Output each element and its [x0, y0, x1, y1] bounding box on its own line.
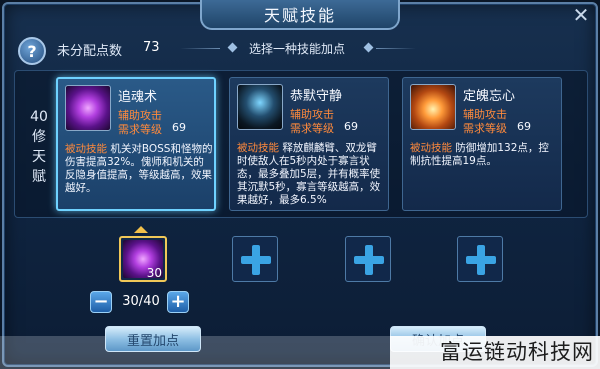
required-level-label: 需求等级: [118, 123, 162, 136]
talent-name: 恭默守静: [290, 89, 343, 104]
fire-hands-icon: [410, 84, 456, 130]
slot-points: 30: [146, 266, 162, 280]
tier-label: 40修天赋: [30, 109, 48, 185]
talent-description: 被动技能 释放麒麟臂、双龙臂时使敌人在5秒内处于寡言状态，最多叠加5层，并有概率…: [237, 142, 385, 207]
selected-slot-arrow-icon: [134, 226, 148, 233]
talent-name: 定魄忘心: [463, 89, 516, 104]
passive-keyword: 被动技能: [410, 142, 452, 154]
talent-card-gongmoshoujing[interactable]: 恭默守静 辅助攻击 需求等级 69 被动技能 释放麒麟臂、双龙臂时使敌人在5秒内…: [229, 77, 389, 211]
talent-slot-empty[interactable]: [345, 236, 391, 282]
talent-slot-empty[interactable]: [457, 236, 503, 282]
talent-slot-filled[interactable]: 30: [119, 236, 167, 282]
passive-keyword: 被动技能: [65, 143, 107, 155]
required-level-label: 需求等级: [290, 122, 334, 135]
required-level-value: 69: [172, 121, 186, 134]
hint-divider-left: [180, 48, 220, 49]
reset-points-button[interactable]: 重置加点: [105, 326, 201, 352]
select-skill-hint: 选择一种技能加点: [248, 42, 345, 56]
silhouette-icon: [237, 84, 283, 130]
talent-slot-empty[interactable]: [232, 236, 278, 282]
hint-divider-right: [376, 48, 416, 49]
talent-description: 被动技能 机关对BOSS和怪物的伤害提高32%。傀师和机关的反隐身值提高，等级越…: [65, 143, 213, 195]
unassigned-points-value: 73: [143, 40, 160, 55]
decrease-points-button[interactable]: −: [90, 291, 112, 313]
purple-vortex-icon: [65, 85, 111, 131]
close-icon[interactable]: ✕: [566, 2, 596, 28]
talent-description: 被动技能 防御增加132点，控制抗性提高19点。: [410, 142, 558, 168]
required-level-value: 69: [517, 120, 531, 133]
points-stepper-value: 30/40: [122, 294, 160, 309]
help-button[interactable]: ?: [18, 37, 46, 65]
talent-card-dingpowangxin[interactable]: 定魄忘心 辅助攻击 需求等级 69 被动技能 防御增加132点，控制抗性提高19…: [402, 77, 562, 211]
talent-card-zhuihunshu[interactable]: 追魂术 辅助攻击 需求等级 69 被动技能 机关对BOSS和怪物的伤害提高32%…: [56, 77, 216, 211]
unassigned-points-label: 未分配点数: [57, 44, 123, 59]
window-title: 天赋技能: [200, 0, 400, 30]
required-level-label: 需求等级: [463, 122, 507, 135]
passive-keyword: 被动技能: [237, 142, 279, 154]
watermark-text: 富运链动科技网: [390, 336, 600, 369]
increase-points-button[interactable]: +: [167, 291, 189, 313]
talent-name: 追魂术: [118, 90, 158, 105]
required-level-value: 69: [344, 120, 358, 133]
